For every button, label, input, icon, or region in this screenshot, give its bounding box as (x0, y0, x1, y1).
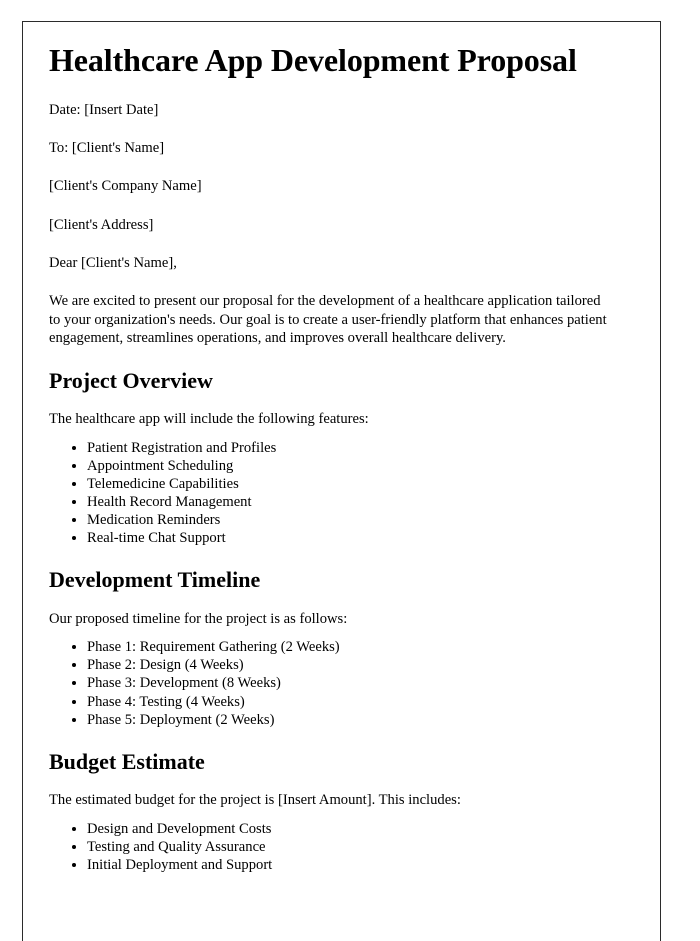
list-item: Health Record Management (87, 493, 613, 511)
document-page: Healthcare App Development Proposal Date… (22, 21, 661, 941)
list-item: Initial Deployment and Support (87, 856, 613, 874)
meta-line-date: Date: [Insert Date] (49, 101, 159, 118)
meta-line-recipient: To: [Client's Name] (49, 140, 165, 157)
list-item: Phase 2: Design (4 Weeks) (87, 656, 613, 674)
list-item: Patient Registration and Profiles (87, 439, 613, 457)
list-item: Design and Development Costs (87, 820, 613, 838)
list-item: Medication Reminders (87, 511, 613, 529)
list-item: Appointment Scheduling (87, 457, 613, 475)
list-item: Phase 5: Deployment (2 Weeks) (87, 711, 613, 729)
section-lead-budget-estimate: The estimated budget for the project is … (49, 792, 461, 809)
section-lead-project-overview: The healthcare app will include the foll… (49, 411, 369, 428)
section-heading-project-overview: Project Overview (49, 367, 213, 393)
section-lead-development-timeline: Our proposed timeline for the project is… (49, 610, 348, 627)
list-item: Telemedicine Capabilities (87, 475, 613, 493)
document-content: Healthcare App Development Proposal Date… (49, 42, 613, 888)
list-item: Real-time Chat Support (87, 529, 613, 547)
list-item: Testing and Quality Assurance (87, 838, 613, 856)
meta-line-salutation: Dear [Client's Name], (49, 254, 177, 271)
feature-list: Patient Registration and Profiles Appoin… (49, 439, 613, 548)
meta-line-company: [Client's Company Name] (49, 178, 202, 195)
budget-list: Design and Development Costs Testing and… (49, 820, 613, 874)
section-heading-development-timeline: Development Timeline (49, 567, 261, 593)
intro-paragraph: We are excited to present our proposal f… (49, 292, 607, 347)
page-title: Healthcare App Development Proposal (49, 42, 577, 78)
timeline-list: Phase 1: Requirement Gathering (2 Weeks)… (49, 638, 613, 728)
section-heading-budget-estimate: Budget Estimate (49, 748, 205, 774)
list-item: Phase 4: Testing (4 Weeks) (87, 693, 613, 711)
list-item: Phase 3: Development (8 Weeks) (87, 674, 613, 692)
meta-line-address: [Client's Address] (49, 216, 154, 233)
list-item: Phase 1: Requirement Gathering (2 Weeks) (87, 638, 613, 656)
